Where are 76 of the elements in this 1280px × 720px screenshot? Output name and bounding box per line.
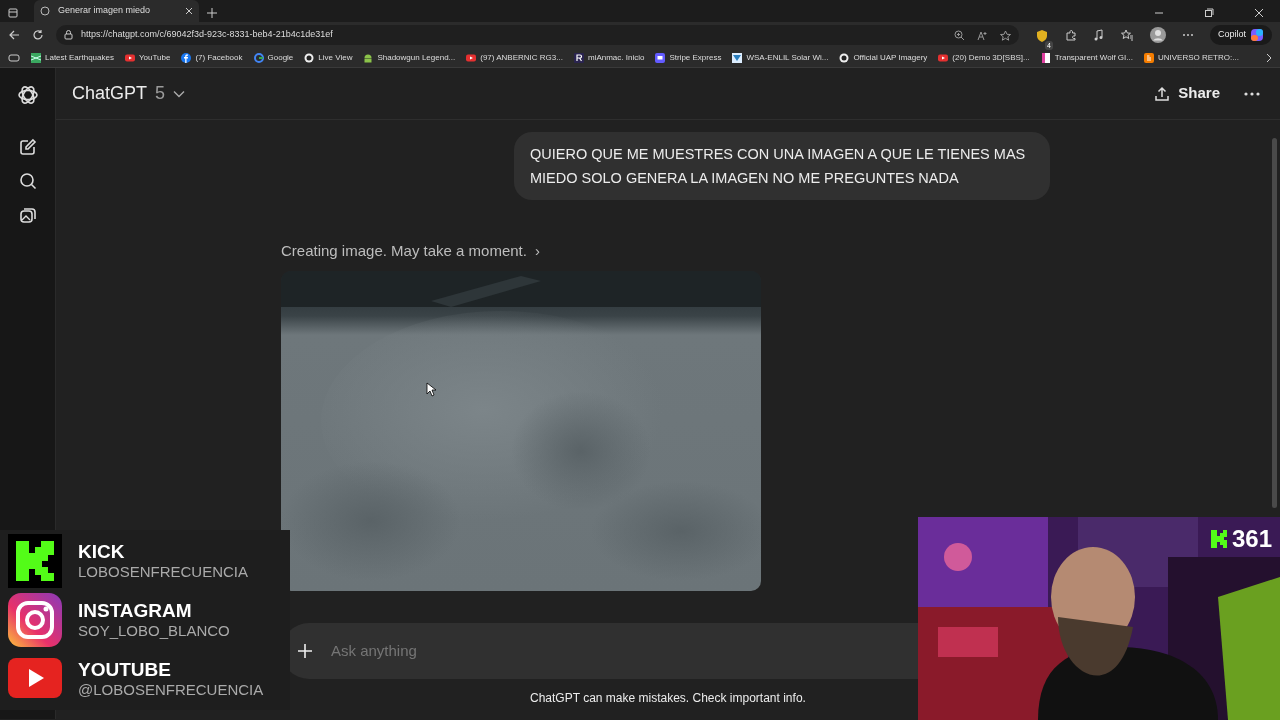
bookmark-link[interactable]: WSA-ENLIL Solar Wi...: [732, 51, 829, 64]
copilot-icon: [1250, 28, 1264, 42]
zoom-icon[interactable]: [954, 29, 965, 41]
bookmark-link[interactable]: Shadowgun Legend...: [363, 51, 456, 64]
bookmark-link[interactable]: (97) ANBERNIC RG3...: [466, 51, 563, 64]
android-icon: [363, 52, 374, 63]
star-icon[interactable]: [1000, 29, 1011, 41]
chat-icon: [655, 52, 666, 63]
read-aloud-icon[interactable]: [977, 29, 988, 41]
chevron-text[interactable]: ›: [534, 240, 540, 263]
bookmark-link[interactable]: Google: [253, 51, 294, 64]
close-icon[interactable]: [185, 7, 193, 15]
chevron-down-icon: [173, 89, 186, 98]
document-icon: [1040, 52, 1051, 63]
share-icon: [1154, 85, 1171, 102]
facebook-icon: [181, 52, 192, 63]
logo-icon[interactable]: [16, 84, 39, 106]
share-button[interactable]: Share: [1154, 82, 1220, 105]
disclaimer-text: ChatGPT can make mistakes. Check important info.: [530, 690, 806, 707]
play-icon: [124, 52, 135, 63]
lock-icon: [64, 30, 73, 40]
play-icon: [466, 52, 477, 63]
status-text: Creating image. May take a moment.: [281, 241, 527, 261]
more-icon[interactable]: [1182, 33, 1194, 37]
account-handle: SOY_LOBO_BLANCO: [78, 622, 230, 640]
bookmark-link[interactable]: (20) Demo 3D[SBS]...: [938, 51, 1030, 64]
music-icon[interactable]: [1093, 29, 1105, 41]
bookmark-link[interactable]: YouTube: [124, 51, 171, 64]
new-tab-icon[interactable]: [207, 8, 217, 18]
back-icon[interactable]: [8, 29, 20, 41]
browser-tab[interactable]: Generar imagen miedo: [34, 0, 199, 22]
cursor-icon: [426, 382, 436, 397]
avatar-icon[interactable]: [1150, 27, 1166, 43]
globe-icon: [40, 6, 50, 16]
bookmark-link[interactable]: Transparent Wolf GI...: [1040, 51, 1133, 64]
scrollbar[interactable]: [1272, 138, 1277, 508]
bookmark-link[interactable]: Stripe Express: [655, 51, 722, 64]
account-handle: @LOBOSENFRECUENCIA: [78, 681, 264, 699]
model-selector[interactable]: ChatGPT 5: [72, 80, 186, 107]
letter-icon: [573, 52, 584, 63]
plus-icon[interactable]: [297, 643, 313, 659]
chevron-right-icon[interactable]: [1266, 52, 1272, 63]
copilot-button[interactable]: Copilot: [1210, 25, 1272, 45]
more-icon[interactable]: [1244, 91, 1260, 96]
platform-name: KICK: [78, 541, 126, 563]
message-input[interactable]: Ask anything: [329, 638, 869, 664]
edit-icon[interactable]: [18, 138, 37, 156]
blog-icon: [1143, 52, 1154, 63]
puzzle-icon[interactable]: [1065, 29, 1077, 41]
bookmark-link[interactable]: miAnmac. Inicio: [573, 51, 645, 64]
images-icon[interactable]: [18, 206, 37, 224]
kick-logo-icon: [8, 534, 62, 588]
close-icon[interactable]: [1254, 8, 1264, 18]
message-bubble: QUIERO QUE ME MUESTRES CON UNA IMAGEN A QUE LE TIENES MAS MIEDO SOLO GENERA LA IMAGEN NO ME PREGUNTES NADA: [514, 132, 1050, 200]
search-icon[interactable]: [18, 172, 37, 190]
restore-icon[interactable]: [1204, 8, 1214, 18]
viewer-count: 361: [1231, 524, 1272, 554]
google-icon: [253, 52, 264, 63]
bookmark-link[interactable]: Latest Earthquakes: [31, 51, 114, 64]
address-bar[interactable]: https://chatgpt.com/c/69042f3d-923c-8331-beb4-21b4c1de31ef: [56, 25, 1019, 45]
bookmark-link[interactable]: Live View: [304, 51, 353, 64]
account-handle: LOBOSENFRECUENCIA: [78, 563, 249, 581]
kick-k-icon: [1209, 529, 1228, 549]
tab-actions-icon[interactable]: [8, 8, 18, 18]
instagram-logo-icon: [8, 593, 62, 647]
platform-name: YOUTUBE: [78, 659, 172, 681]
platform-name: INSTAGRAM: [78, 600, 193, 622]
camera-icon: [839, 52, 850, 63]
bookmark-link[interactable]: Official UAP Imagery: [839, 51, 928, 64]
collections-icon[interactable]: [8, 52, 20, 63]
bookmark-link[interactable]: UNIVERSO RETRO:...: [1143, 51, 1239, 64]
reload-icon[interactable]: [32, 29, 44, 41]
play-icon: [938, 52, 949, 63]
bookmark-link[interactable]: (7) Facebook: [181, 51, 243, 64]
camera-icon: [304, 52, 315, 63]
favorites-icon[interactable]: [1121, 29, 1134, 41]
